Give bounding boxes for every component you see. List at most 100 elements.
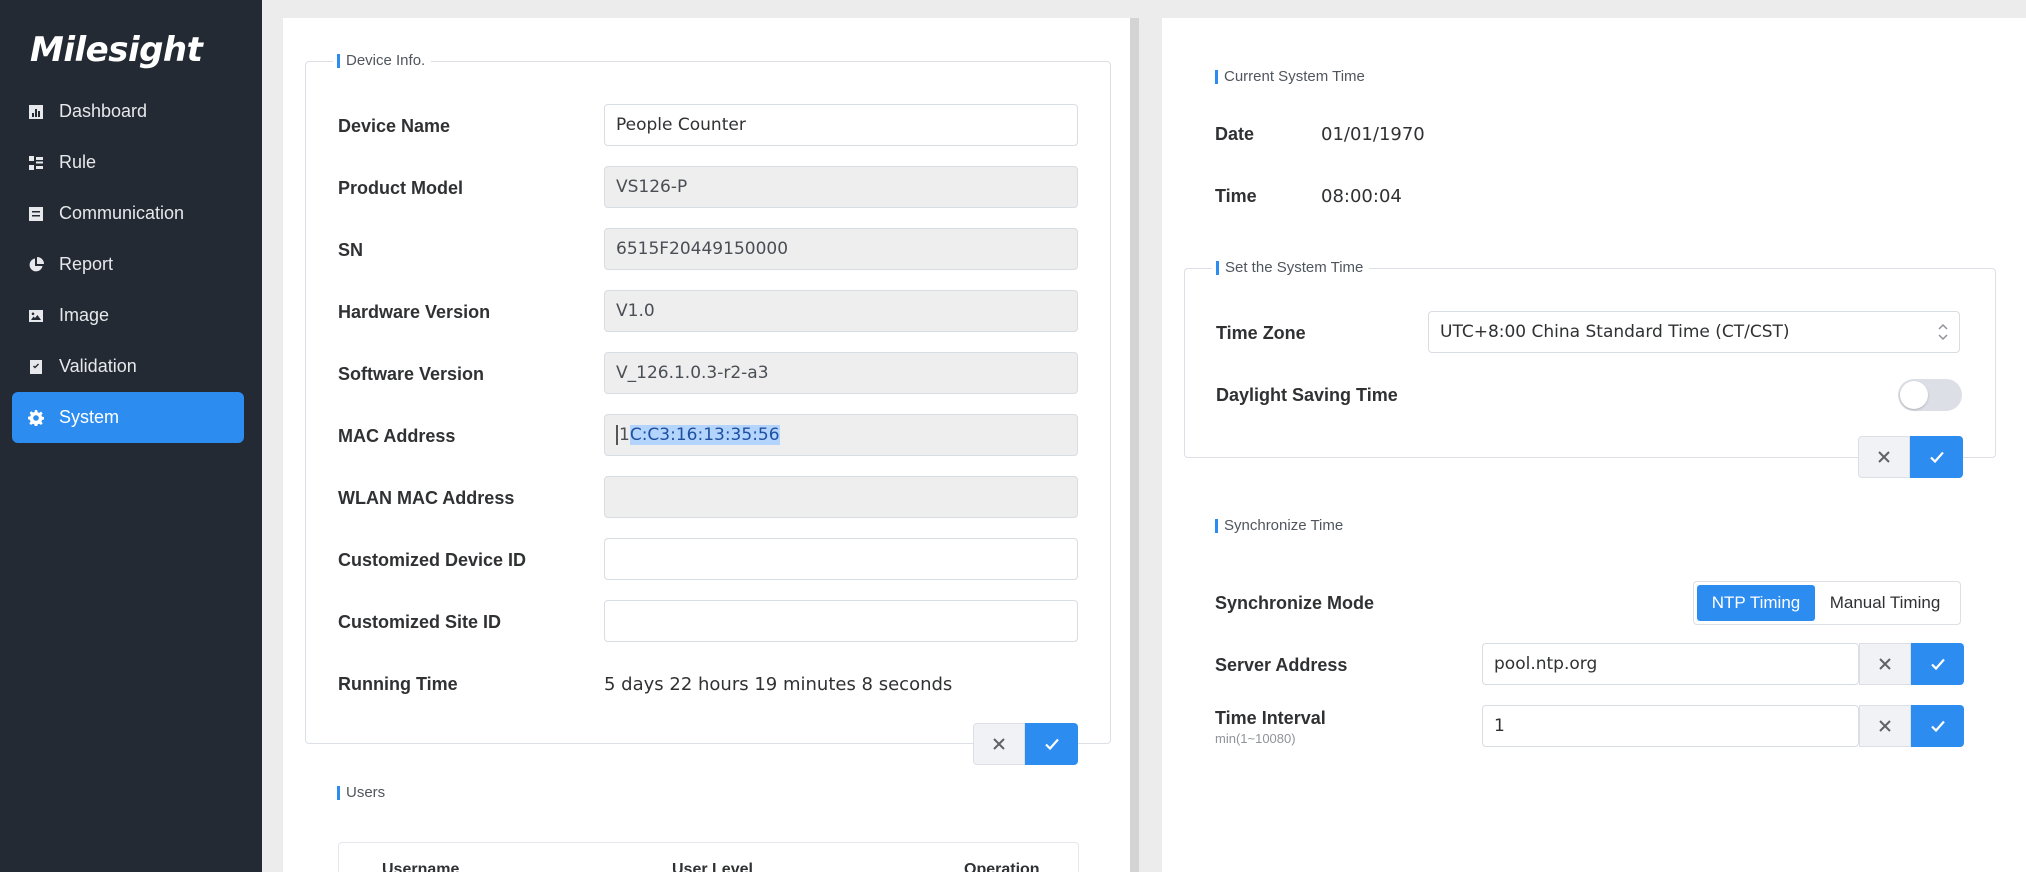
milesight-logo: Milesight — [30, 30, 203, 70]
wlan-mac-address-field — [604, 476, 1078, 518]
current-system-time-title: Current System Time — [1215, 68, 1365, 85]
synchronize-mode-switch: NTP Timing Manual Timing — [1693, 581, 1961, 625]
device-settings-panel: Device Info. Device Name People Counter … — [283, 18, 1130, 872]
server-address-input[interactable]: pool.ntp.org — [1482, 643, 1859, 685]
sidebar-item-label: Dashboard — [59, 101, 148, 121]
server-address-label: Server Address — [1215, 655, 1348, 675]
time-interval-hint: min(1~10080) — [1215, 731, 1296, 746]
software-version-value: V_126.1.0.3-r2-a3 — [616, 363, 769, 383]
time-interval-input[interactable]: 1 — [1482, 705, 1859, 747]
synchronize-mode-label: Synchronize Mode — [1215, 593, 1375, 613]
check-icon — [1929, 451, 1944, 464]
product-model-label: Product Model — [338, 178, 463, 198]
product-model-field: VS126-P — [604, 166, 1078, 208]
mac-address-selected-text: C:C3:16:13:35:56 — [629, 425, 780, 445]
user-level-column-header: User Level — [672, 861, 753, 872]
validation-icon — [28, 359, 44, 375]
device-info-save-button[interactable] — [1025, 723, 1078, 765]
sidebar-item-report[interactable]: Report — [12, 239, 244, 290]
running-time-label: Running Time — [338, 674, 458, 694]
mac-address-field[interactable]: 1 C:C3:16:13:35:56 — [604, 414, 1078, 456]
customized-device-id-label: Customized Device ID — [338, 550, 527, 570]
users-title: Users — [337, 784, 385, 801]
sidebar-item-label: System — [59, 407, 120, 427]
sn-value: 6515F20449150000 — [616, 239, 789, 259]
users-table-header: Username User Level Operation — [338, 842, 1079, 872]
close-icon — [1879, 658, 1891, 670]
rule-icon — [28, 155, 44, 171]
image-icon — [28, 308, 44, 324]
software-version-label: Software Version — [338, 364, 485, 384]
device-name-value: People Counter — [616, 115, 746, 135]
gear-icon — [28, 409, 44, 426]
sidebar-item-rule[interactable]: Rule — [12, 137, 244, 188]
date-label: Date — [1215, 124, 1255, 144]
username-column-header: Username — [382, 861, 460, 872]
time-zone-select[interactable]: UTC+8:00 China Standard Time (CT/CST) — [1428, 311, 1960, 353]
device-name-label: Device Name — [338, 116, 451, 136]
system-time-panel: Current System Time Date 01/01/1970 Time… — [1162, 18, 2026, 872]
dashboard-icon — [28, 104, 44, 120]
sidebar-item-label: Communication — [59, 203, 185, 223]
time-value: 08:00:04 — [1321, 186, 1402, 207]
synchronize-time-title: Synchronize Time — [1215, 517, 1343, 534]
close-icon — [1878, 451, 1890, 463]
text-cursor-icon — [616, 425, 618, 445]
software-version-field: V_126.1.0.3-r2-a3 — [604, 352, 1078, 394]
sidebar-item-validation[interactable]: Validation — [12, 341, 244, 392]
sidebar-item-dashboard[interactable]: Dashboard — [12, 86, 244, 137]
product-model-value: VS126-P — [616, 177, 688, 197]
set-system-time-group — [1184, 268, 1996, 458]
report-icon — [28, 256, 44, 273]
close-icon — [993, 738, 1005, 750]
time-zone-label: Time Zone — [1216, 323, 1306, 343]
close-icon — [1879, 720, 1891, 732]
mac-address-prefix: 1 — [619, 425, 630, 445]
customized-site-id-label: Customized Site ID — [338, 612, 502, 632]
time-interval-label: Time Interval — [1215, 708, 1326, 728]
server-address-cancel-button[interactable] — [1859, 643, 1911, 685]
time-interval-value: 1 — [1494, 716, 1505, 736]
daylight-saving-time-label: Daylight Saving Time — [1216, 385, 1398, 405]
hardware-version-field: V1.0 — [604, 290, 1078, 332]
sidebar-item-label: Image — [59, 305, 110, 325]
sidebar-item-system[interactable]: System — [12, 392, 244, 443]
time-label: Time — [1215, 186, 1257, 206]
panel-divider — [1130, 18, 1139, 872]
time-zone-value: UTC+8:00 China Standard Time (CT/CST) — [1440, 322, 1790, 342]
running-time-value: 5 days 22 hours 19 minutes 8 seconds — [604, 674, 953, 695]
mac-address-label: MAC Address — [338, 426, 456, 446]
wlan-mac-address-label: WLAN MAC Address — [338, 488, 515, 508]
set-time-cancel-button[interactable] — [1858, 436, 1910, 478]
device-info-cancel-button[interactable] — [973, 723, 1025, 765]
time-interval-save-button[interactable] — [1911, 705, 1964, 747]
server-address-save-button[interactable] — [1911, 643, 1964, 685]
server-address-value: pool.ntp.org — [1494, 654, 1598, 674]
operation-column-header: Operation — [964, 861, 1040, 872]
sidebar-nav: Dashboard Rule Communication Report Imag… — [12, 86, 244, 443]
customized-device-id-input[interactable] — [604, 538, 1078, 580]
sidebar-item-communication[interactable]: Communication — [12, 188, 244, 239]
sidebar-item-image[interactable]: Image — [12, 290, 244, 341]
check-icon — [1930, 720, 1945, 733]
device-name-input[interactable]: People Counter — [604, 104, 1078, 146]
device-info-title: Device Info. — [333, 52, 432, 69]
sn-label: SN — [338, 240, 364, 260]
sidebar: Milesight Dashboard Rule Communication R… — [0, 0, 262, 872]
date-value: 01/01/1970 — [1321, 124, 1425, 145]
customized-site-id-input[interactable] — [604, 600, 1078, 642]
time-interval-cancel-button[interactable] — [1859, 705, 1911, 747]
ntp-timing-option[interactable]: NTP Timing — [1697, 585, 1815, 621]
daylight-saving-toggle[interactable] — [1898, 379, 1962, 411]
sn-field: 6515F20449150000 — [604, 228, 1078, 270]
check-icon — [1930, 658, 1945, 671]
hardware-version-label: Hardware Version — [338, 302, 491, 322]
set-system-time-title: Set the System Time — [1212, 259, 1370, 276]
check-icon — [1044, 738, 1059, 751]
sidebar-item-label: Report — [59, 254, 114, 274]
sidebar-item-label: Validation — [59, 356, 137, 376]
select-arrows-icon — [1938, 323, 1948, 341]
set-time-save-button[interactable] — [1910, 436, 1963, 478]
manual-timing-option[interactable]: Manual Timing — [1815, 585, 1955, 621]
sidebar-item-label: Rule — [59, 152, 97, 172]
